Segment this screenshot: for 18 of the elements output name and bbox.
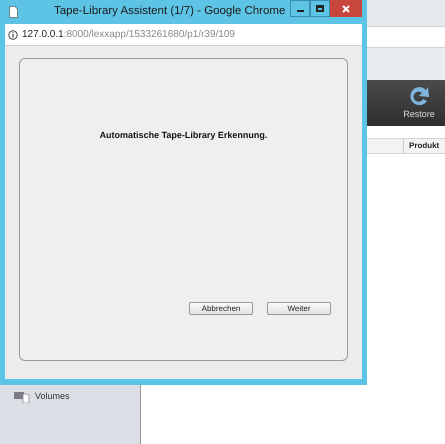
volumes-icon <box>14 390 30 403</box>
maximize-button[interactable] <box>310 0 330 17</box>
window-title: Tape-Library Assistent (1/7) - Google Chrome <box>54 4 286 20</box>
page-icon <box>9 6 18 18</box>
column-header[interactable]: Produkt <box>403 139 445 153</box>
close-icon <box>342 4 350 12</box>
sidebar-item[interactable]: Volumes <box>14 390 140 404</box>
restore-button[interactable]: Restore <box>399 84 439 122</box>
maximize-icon <box>316 5 324 12</box>
wizard-heading: Automatische Tape-Library Erkennung. <box>100 129 268 142</box>
close-button[interactable] <box>330 0 362 17</box>
minimize-button[interactable] <box>290 0 310 17</box>
wizard-button[interactable]: Abbrechen <box>189 302 253 315</box>
info-icon <box>8 30 18 40</box>
wizard-button[interactable]: Weiter <box>267 302 331 315</box>
address-bar[interactable]: 127.0.0.1:8000/lexxapp/1533261680/p1/r39/109 <box>5 24 362 46</box>
url-text: 127.0.0.1:8000/lexxapp/1533261680/p1/r39/109 <box>22 28 235 42</box>
minimize-icon <box>296 10 304 12</box>
